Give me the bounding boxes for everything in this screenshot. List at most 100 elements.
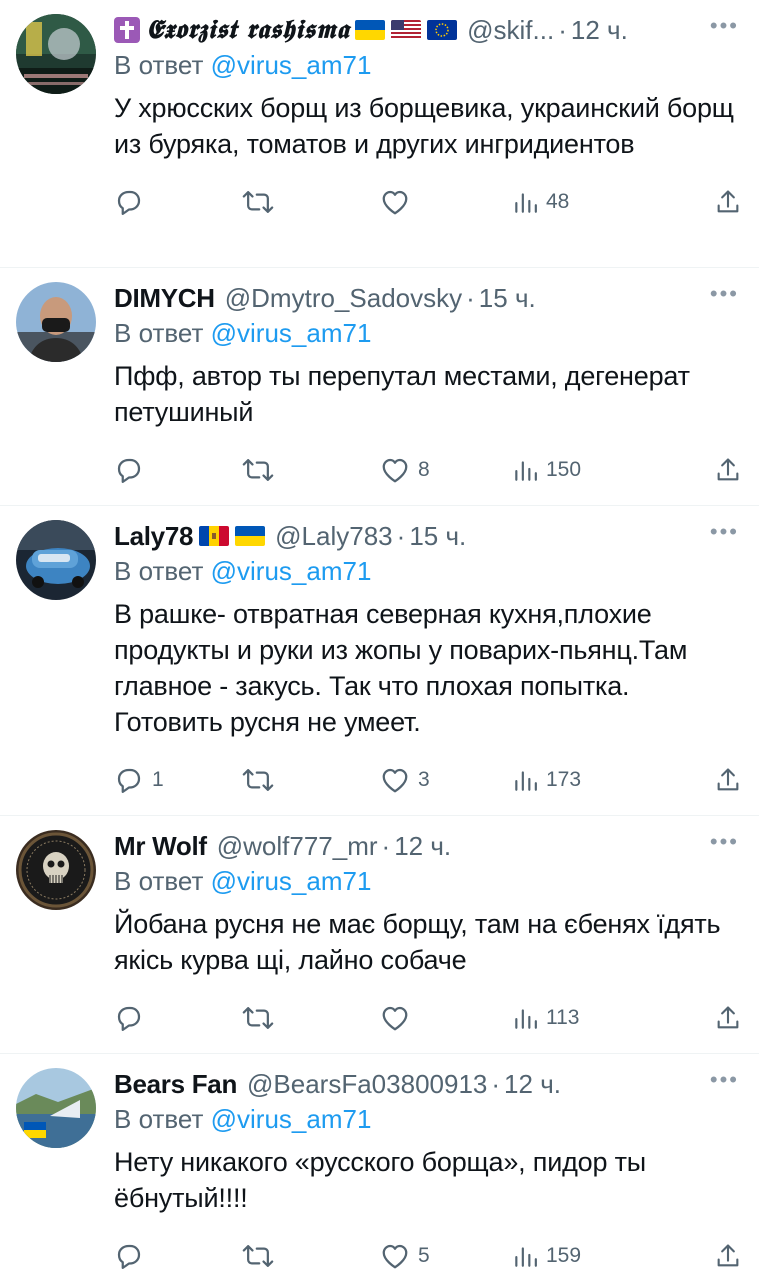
reply-mention-link[interactable]: @virus_am71	[211, 318, 372, 348]
timestamp[interactable]: 15 ч.	[479, 282, 536, 314]
reply-icon	[117, 1244, 141, 1269]
tweet[interactable]: Laly78 @Laly783 · 15 ч. В ответ @virus_a…	[0, 506, 759, 816]
separator-dot: ·	[396, 521, 406, 551]
reply-mention-link[interactable]: @virus_am71	[211, 1104, 372, 1134]
retweet-icon	[242, 459, 274, 481]
action-bar: 113	[114, 988, 741, 1048]
timestamp[interactable]: 12 ч.	[504, 1068, 561, 1100]
timestamp[interactable]: 12 ч.	[394, 830, 451, 862]
retweet-icon	[242, 769, 274, 791]
heart-icon	[382, 1006, 408, 1031]
author-name[interactable]: Bears Fan	[114, 1068, 237, 1100]
reply-mention-link[interactable]: @virus_am71	[211, 866, 372, 896]
view-count: 173	[546, 768, 582, 791]
views-button[interactable]: 150	[512, 457, 581, 483]
more-options-icon[interactable]: •••	[710, 283, 739, 305]
action-bar: 1 3 173	[114, 750, 741, 810]
views-button[interactable]: 173	[512, 767, 581, 793]
reply-context: В ответ @virus_am71	[114, 864, 741, 898]
usa-flag-icon	[391, 20, 422, 40]
author-name[interactable]: DIMYCH	[114, 282, 215, 314]
author-handle[interactable]: @Dmytro_Sadovsky	[225, 282, 462, 314]
timestamp[interactable]: 12 ч.	[571, 14, 628, 46]
reply-button[interactable]: 1	[114, 765, 164, 795]
like-button[interactable]	[380, 1004, 418, 1032]
tweet[interactable]: 𝕰𝖝𝖔𝖗𝖟𝖎𝖘𝖙 𝖗𝖆𝖘𝖍𝖎𝖘𝖒𝖆 @skif... · 12 ч. В отв…	[0, 0, 759, 268]
share-button[interactable]	[714, 1242, 742, 1270]
reply-prefix: В ответ	[114, 318, 204, 348]
share-icon	[717, 1006, 739, 1029]
views-button[interactable]: 48	[512, 189, 569, 215]
author-handle[interactable]: @wolf777_mr	[217, 830, 378, 862]
views-icon	[515, 1247, 537, 1267]
more-options-icon[interactable]: •••	[710, 1069, 739, 1091]
retweet-icon	[242, 1245, 274, 1267]
separator-dot: ·	[491, 1069, 501, 1099]
like-count: 3	[418, 768, 430, 791]
author-name[interactable]: 𝕰𝖝𝖔𝖗𝖟𝖎𝖘𝖙 𝖗𝖆𝖘𝖍𝖎𝖘𝖒𝖆	[146, 14, 349, 46]
avatar[interactable]	[16, 830, 96, 910]
share-icon	[717, 190, 739, 213]
timestamp[interactable]: 15 ч.	[409, 520, 466, 552]
retweet-button[interactable]	[242, 765, 282, 795]
reply-icon	[117, 190, 141, 215]
retweet-button[interactable]	[242, 187, 282, 217]
reply-icon	[117, 768, 141, 793]
author-name[interactable]: Mr Wolf	[114, 830, 207, 862]
like-button[interactable]: 5	[380, 1242, 430, 1270]
more-options-icon[interactable]: •••	[710, 521, 739, 543]
retweet-button[interactable]	[242, 455, 282, 485]
view-count: 159	[546, 1244, 582, 1267]
avatar[interactable]	[16, 520, 96, 600]
reply-context: В ответ @virus_am71	[114, 1102, 741, 1136]
author-handle[interactable]: @BearsFa03800913	[247, 1068, 487, 1100]
author-handle[interactable]: @skif...	[467, 14, 554, 46]
reply-icon	[117, 458, 141, 483]
tweet-text: У хрюсских борщ из борщевика, украинский…	[114, 93, 734, 159]
reply-count: 1	[152, 768, 164, 791]
separator-dot: ·	[381, 831, 391, 861]
reply-context: В ответ @virus_am71	[114, 554, 741, 588]
tweet[interactable]: Bears Fan @BearsFa03800913 · 12 ч. В отв…	[0, 1054, 759, 1280]
separator-dot: ·	[558, 15, 567, 45]
author-handle[interactable]: @Laly783	[275, 520, 392, 552]
reply-context: В ответ @virus_am71	[114, 316, 741, 350]
share-button[interactable]	[714, 456, 742, 484]
share-button[interactable]	[714, 1004, 742, 1032]
author-name[interactable]: Laly78	[114, 520, 193, 552]
cross-icon	[114, 17, 140, 43]
action-bar: 5 159	[114, 1226, 741, 1280]
reply-prefix: В ответ	[114, 556, 204, 586]
action-bar: 48	[114, 172, 741, 232]
reply-mention-link[interactable]: @virus_am71	[211, 556, 372, 586]
avatar[interactable]	[16, 1068, 96, 1148]
more-options-icon[interactable]: •••	[710, 831, 739, 853]
share-icon	[717, 1244, 739, 1267]
reply-button[interactable]	[114, 455, 152, 485]
views-button[interactable]: 113	[512, 1005, 579, 1031]
share-icon	[717, 768, 739, 791]
retweet-button[interactable]	[242, 1241, 282, 1271]
action-bar: 8 150	[114, 440, 741, 500]
heart-icon	[382, 458, 408, 483]
view-count: 113	[546, 1006, 580, 1029]
tweet[interactable]: Mr Wolf @wolf777_mr · 12 ч. В ответ @vir…	[0, 816, 759, 1054]
reply-mention-link[interactable]: @virus_am71	[211, 50, 372, 80]
reply-button[interactable]	[114, 187, 152, 217]
reply-button[interactable]	[114, 1003, 152, 1033]
more-options-icon[interactable]: •••	[710, 15, 739, 37]
like-button[interactable]: 8	[380, 456, 430, 484]
share-button[interactable]	[714, 766, 742, 794]
tweet[interactable]: DIMYCH @Dmytro_Sadovsky · 15 ч. В ответ …	[0, 268, 759, 506]
avatar[interactable]	[16, 282, 96, 362]
views-icon	[515, 771, 537, 791]
like-count: 8	[418, 458, 430, 481]
reply-button[interactable]	[114, 1241, 152, 1271]
like-button[interactable]	[380, 188, 418, 216]
views-button[interactable]: 159	[512, 1243, 581, 1269]
share-button[interactable]	[714, 188, 742, 216]
retweet-button[interactable]	[242, 1003, 282, 1033]
reply-prefix: В ответ	[114, 1104, 204, 1134]
avatar[interactable]	[16, 14, 96, 94]
like-button[interactable]: 3	[380, 766, 430, 794]
